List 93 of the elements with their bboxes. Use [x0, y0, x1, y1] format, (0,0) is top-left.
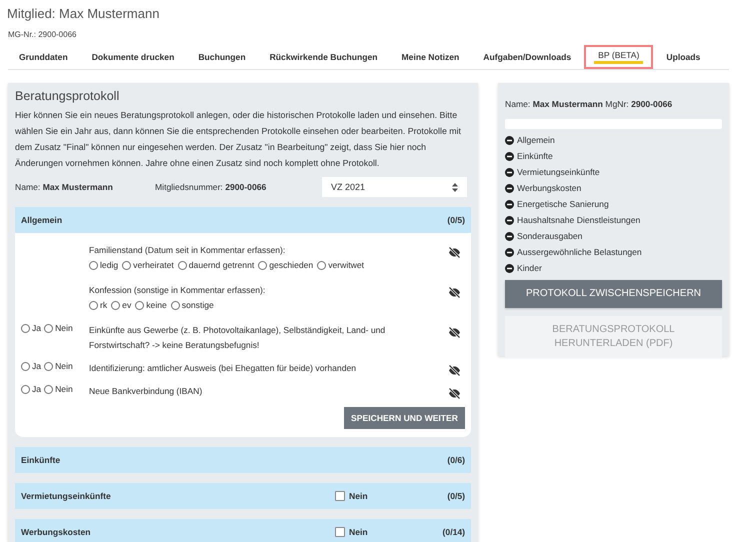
eye-slash-icon[interactable]	[448, 365, 461, 376]
checkbox[interactable]	[335, 491, 345, 501]
tab[interactable]: Dokumente drucken	[80, 45, 186, 69]
radio-label: ledig	[100, 259, 118, 272]
year-select[interactable]: VZ 2021	[322, 177, 467, 197]
radio-label: Nein	[55, 384, 73, 394]
radio-button[interactable]	[21, 384, 30, 394]
member-info: Name: Max Mustermann MgNr: 2900-0066	[505, 99, 674, 109]
section-count: (0/5)	[446, 215, 465, 225]
radio-label: ev	[122, 299, 132, 312]
radio-button[interactable]	[21, 362, 30, 370]
sidebar-link[interactable]: Energetische Sanierung	[517, 199, 609, 209]
sort-icon	[452, 182, 458, 192]
sidebar-link[interactable]: Sonderausgaben	[517, 231, 582, 241]
eye-slash-icon[interactable]	[448, 247, 461, 258]
intro-text: Hier können Sie ein neues Beratungsprotokoll anlegen, oder die historischen Protokolle laden und einsehen. Bitte wählen Sie ein Jahr aus, dann können Sie die entsprechenden Protokolle einsehen oder bearbeiten. Protokolle mit dem Zusatz "Final" können nur eingesehen werden. Der Zusatz "in Bearbeitung" zeigt, dass Sie hier noch Änderungen vornehmen können. Jahre ohne einen Zusatz sind noch komplett ohne Protokoll.	[15, 109, 462, 170]
sidebar-link[interactable]: Haushaltsnahe Dienstleistungen	[517, 215, 640, 225]
sidebar-link[interactable]: Allgemein	[517, 135, 555, 145]
question-text: Einkünfte aus Gewerbe (z. B. Photovoltaikanlage), Selbständigkeit, Land- und Forstwirtschaft? -> keine Beratungsbefugnis!	[89, 324, 386, 352]
minus-circle-icon	[505, 168, 514, 176]
radio-button[interactable]	[21, 324, 30, 332]
minus-circle-icon	[505, 232, 514, 240]
radio-button[interactable]	[111, 301, 120, 310]
question-text: Identifizierung: amtlicher Ausweis (bei Ehegatten für beide) vorhanden	[89, 362, 358, 375]
radio-label: keine	[146, 299, 167, 312]
radio-label: rk	[100, 299, 108, 312]
question-text: Konfession (sonstige in Kommentar erfassen):	[89, 284, 266, 297]
sidebar-link[interactable]: Kinder	[517, 263, 542, 273]
panel-title: Beratungsprotokoll	[15, 89, 120, 103]
eye-slash-icon[interactable]	[448, 287, 461, 298]
radio-button[interactable]	[89, 301, 98, 310]
tab[interactable]: Rückwirkende Buchungen	[258, 45, 389, 69]
page-title: Mitglied: Max Mustermann	[7, 6, 160, 21]
radio-label: verwitwet	[328, 259, 364, 272]
section-header[interactable]: Vermietungseinkünfte Nein (0/5)	[15, 483, 471, 509]
radio-label: Ja	[32, 384, 42, 394]
radio-button[interactable]	[258, 261, 268, 270]
section-title: Vermietungseinkünfte	[21, 491, 112, 501]
save-next-button[interactable]: SPEICHERN UND WEITER	[344, 407, 465, 429]
radio-button[interactable]	[89, 261, 98, 270]
radio-label: Ja	[32, 361, 42, 371]
sidebar-link[interactable]: Vermietungseinkünfte	[517, 167, 600, 177]
section-title: Werbungskosten	[21, 527, 92, 537]
sidebar-link[interactable]: Aussergewöhnliche Belastungen	[517, 247, 642, 257]
radio-label: Nein	[55, 361, 73, 371]
radio-button[interactable]	[44, 384, 54, 394]
eye-slash-icon[interactable]	[448, 327, 461, 338]
minus-circle-icon	[505, 248, 514, 256]
minus-circle-icon	[505, 136, 514, 144]
question-text: Familienstand (Datum seit in Kommentar erfassen):	[89, 244, 286, 257]
tab[interactable]: BP (BETA)	[584, 45, 654, 69]
member-name: Name: Max Mustermann	[15, 182, 114, 192]
radio-button[interactable]	[170, 301, 180, 310]
sidebar-link[interactable]: Werbungskosten	[517, 183, 582, 193]
section-title: Allgemein	[21, 215, 64, 225]
sidebar-link[interactable]: Einkünfte	[517, 151, 553, 161]
radio-button[interactable]	[44, 362, 54, 370]
minus-circle-icon	[505, 264, 514, 272]
radio-label: verheiratet	[133, 259, 174, 272]
section-title: Einkünfte	[21, 455, 62, 465]
member-number: MG-Nr.: 2900-0066	[8, 30, 78, 39]
radio-label: Ja	[32, 323, 42, 333]
radio-label: sonstige	[182, 299, 214, 312]
radio-button[interactable]	[135, 301, 144, 310]
section-header[interactable]: Allgemein (0/5)	[15, 207, 471, 233]
section-count: (0/5)	[446, 491, 465, 501]
member-number: Mitgliedsnummer: 2900-0066	[155, 182, 268, 192]
tab[interactable]: Meine Notizen	[390, 45, 470, 69]
minus-circle-icon	[505, 152, 514, 160]
question-text: Neue Bankverbindung (IBAN)	[89, 385, 204, 398]
radio-button[interactable]	[317, 261, 326, 270]
checkbox[interactable]	[335, 527, 345, 537]
radio-label: dauernd getrennt	[188, 259, 254, 272]
section-count: (0/6)	[446, 455, 465, 465]
checkbox-label: Nein	[349, 491, 368, 501]
eye-slash-icon[interactable]	[448, 388, 461, 399]
radio-label: geschieden	[269, 259, 314, 272]
radio-button[interactable]	[178, 261, 187, 270]
minus-circle-icon	[505, 200, 514, 208]
tab[interactable]: Buchungen	[187, 45, 257, 69]
tab[interactable]: Grunddaten	[8, 45, 79, 69]
save-protocol-button[interactable]: PROTOKOLL ZWISCHENSPEICHERN	[505, 280, 722, 308]
minus-circle-icon	[505, 216, 514, 224]
section-header[interactable]: Werbungskosten Nein (0/14)	[15, 519, 471, 542]
tab[interactable]: Aufgaben/Downloads	[472, 45, 582, 69]
section-header[interactable]: Einkünfte (0/6)	[15, 447, 471, 473]
radio-button[interactable]	[44, 324, 54, 332]
checkbox-label: Nein	[349, 527, 368, 537]
radio-label: Nein	[55, 323, 73, 333]
minus-circle-icon	[505, 184, 514, 192]
tab[interactable]: Uploads	[655, 45, 712, 69]
radio-button[interactable]	[122, 261, 132, 270]
section-count: (0/14)	[442, 527, 465, 537]
